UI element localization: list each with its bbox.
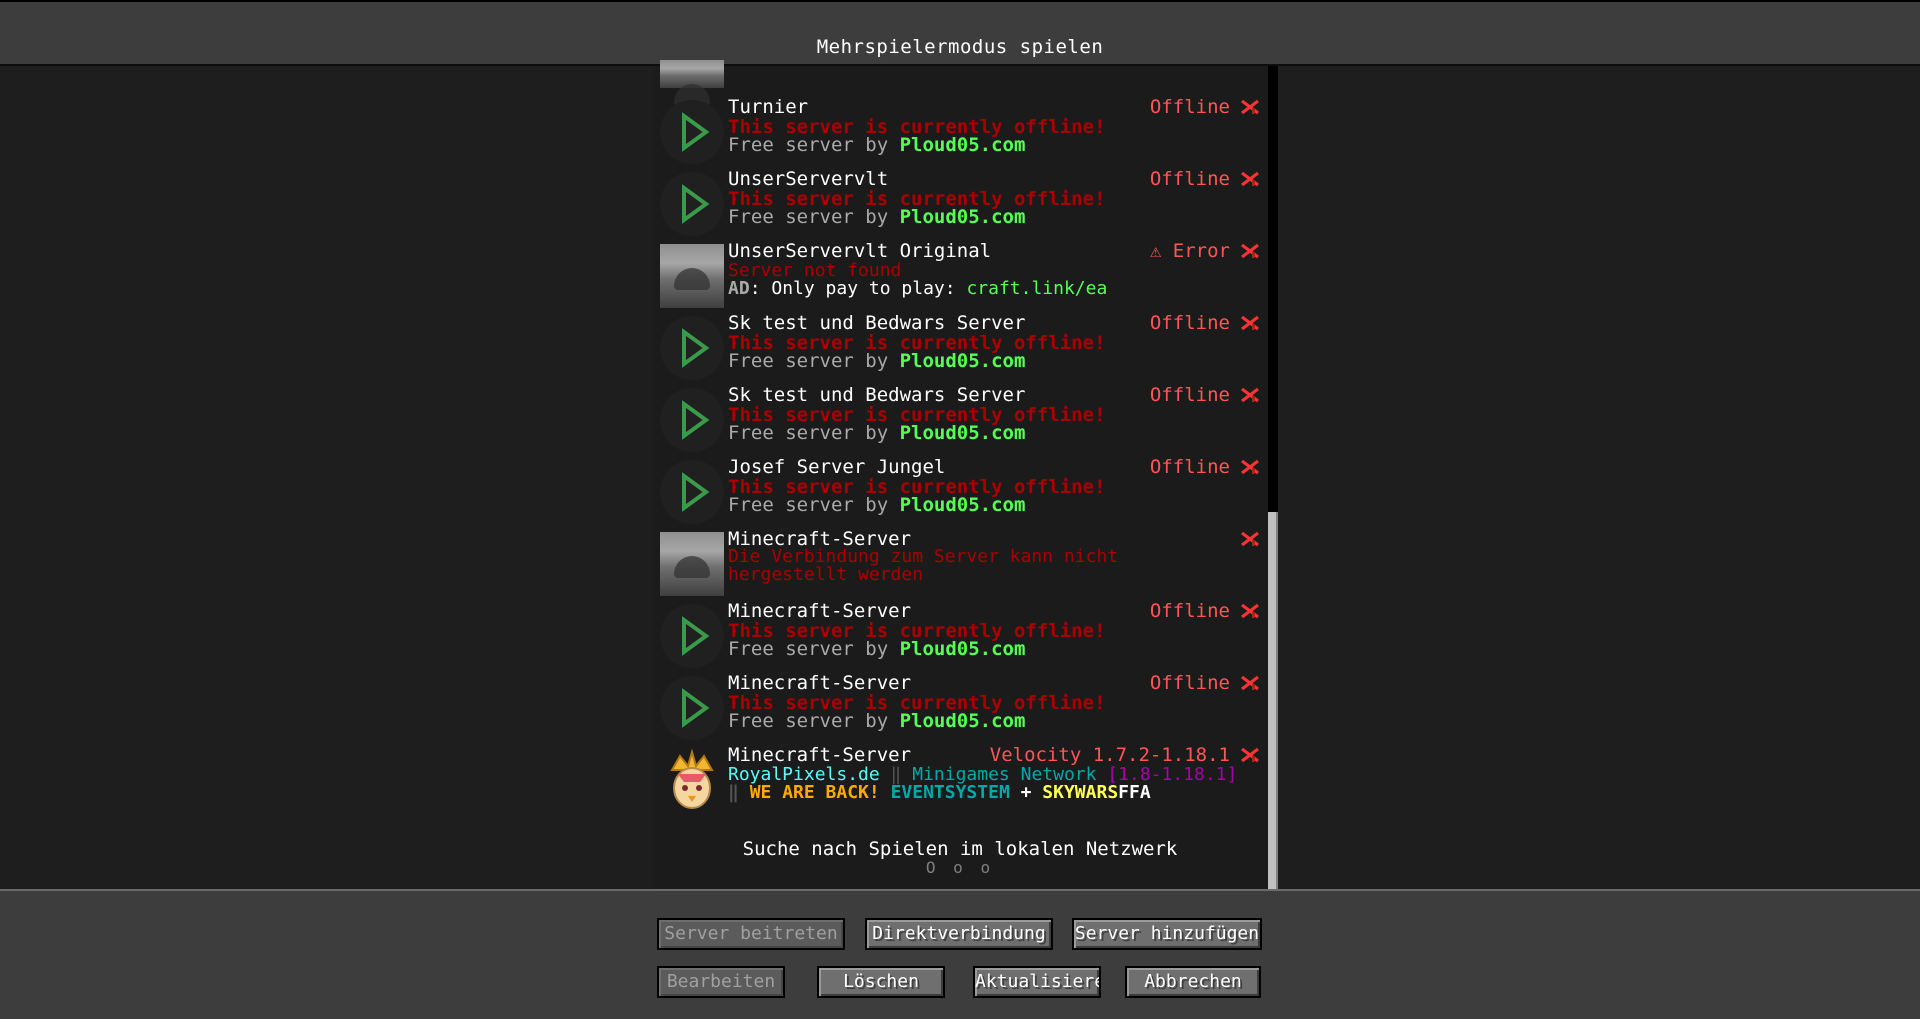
server-entry[interactable]: Minecraft-Server Offline This server is … [660,672,1264,742]
server-entry[interactable]: Minecraft-Server Offline This server is … [660,600,1264,670]
server-name: UnserServervlt Original [728,240,992,262]
server-status: Offline [1149,384,1230,406]
no-connection-icon [1241,315,1259,331]
server-name: Sk test und Bedwars Server [728,384,1026,406]
stone-icon [660,532,724,596]
server-entry[interactable]: Josef Server Jungel Offline This server … [660,456,1264,526]
server-motd-line2: Free server by Ploud05.com [728,422,1026,444]
lan-loading-indicator: O o o [925,858,995,877]
cancel-button[interactable]: Abbrechen [1125,966,1261,998]
delete-button[interactable]: Löschen [817,966,945,998]
server-entry[interactable]: Minecraft-Server Die Verbindung zum Serv… [660,528,1264,598]
server-motd-line2: Free server by Ploud05.com [728,638,1026,660]
join-server-button[interactable]: Server beitreten [657,918,845,950]
edit-button[interactable]: Bearbeiten [657,966,785,998]
scrollbar-thumb[interactable] [1268,512,1278,889]
server-entry[interactable]: Turnier Offline This server is currently… [660,96,1264,166]
server-name: Sk test und Bedwars Server [728,312,1026,334]
play-icon [660,388,724,452]
no-connection-icon [1241,603,1259,619]
refresh-button[interactable]: Aktualisieren [973,966,1101,998]
play-icon [660,100,724,164]
server-name: Minecraft-Server [728,672,912,694]
server-motd-line1: Die Verbindung zum Server kann nicht her… [728,546,1119,585]
server-name: Josef Server Jungel [728,456,946,478]
server-entry[interactable]: Sk test und Bedwars Server Offline This … [660,312,1264,382]
server-motd-line2: Free server by Ploud05.com [728,494,1026,516]
server-name: Minecraft-Server [728,600,912,622]
server-motd-line2: ‖ WE ARE BACK! EVENTSYSTEM + SKYWARSFFA [728,782,1151,803]
no-connection-icon [1241,747,1259,763]
server-entry[interactable]: UnserServervlt Offline This server is cu… [660,168,1264,238]
server-motd-line2: Free server by Ploud05.com [728,350,1026,372]
play-icon [660,676,724,740]
server-status: Offline [1149,168,1230,190]
add-server-button[interactable]: Server hinzufügen [1072,918,1262,950]
play-icon [660,604,724,668]
server-motd-line2: Free server by Ploud05.com [728,710,1026,732]
server-entry[interactable]: Minecraft-Server Velocity 1.7.2-1.18.1 R… [660,744,1264,814]
play-icon [660,172,724,236]
server-status: Offline [1149,672,1230,694]
server-status: Offline [1149,312,1230,334]
server-name: Minecraft-Server [728,744,912,766]
no-connection-icon [1241,243,1259,259]
lan-search-text: Suche nach Spielen im lokalen Netzwerk [742,838,1178,860]
page-title: Mehrspielermodus spielen [816,36,1104,58]
server-entry[interactable]: UnserServervlt Original ⚠ Error Server n… [660,240,1264,310]
crown-icon [660,748,724,812]
server-name: Turnier [728,96,809,118]
server-motd-line2: Free server by Ploud05.com [728,206,1026,228]
server-status: Offline [1149,456,1230,478]
server-name: UnserServervlt [728,168,889,190]
no-connection-icon [1241,99,1259,115]
button-bar [0,889,1920,1019]
no-connection-icon [1241,459,1259,475]
no-connection-icon [1241,531,1259,547]
server-entry[interactable]: Sk test und Bedwars Server Offline This … [660,384,1264,454]
server-status: Offline [1149,600,1230,622]
server-status: ⚠ Error [1149,240,1230,262]
server-motd-line2: AD: Only pay to play: craft.link/ea [728,278,1108,299]
play-icon [660,460,724,524]
play-icon [660,316,724,380]
server-icon-partial [660,60,724,106]
direct-connect-button[interactable]: Direktverbindung [865,918,1053,950]
server-status: Velocity 1.7.2-1.18.1 [989,744,1230,766]
no-connection-icon [1241,387,1259,403]
no-connection-icon [1241,171,1259,187]
stone-icon [660,244,724,308]
no-connection-icon [1241,675,1259,691]
server-motd-line2: Free server by Ploud05.com [728,134,1026,156]
server-status: Offline [1149,96,1230,118]
